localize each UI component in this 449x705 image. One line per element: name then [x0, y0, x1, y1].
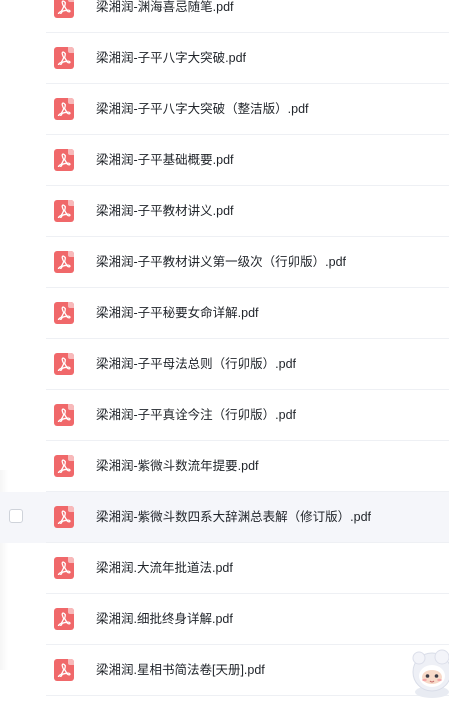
row-checkbox[interactable] [9, 509, 23, 523]
pdf-icon [54, 200, 74, 222]
pdf-icon [54, 302, 74, 324]
file-row[interactable]: 梁湘润.星相书简法卷[天册].pdf [0, 645, 449, 696]
pdf-icon [54, 353, 74, 375]
file-name[interactable]: 梁湘润-紫微斗数流年提要.pdf [96, 441, 259, 491]
file-row[interactable]: 梁湘润.大流年批道法.pdf [0, 543, 449, 594]
file-name[interactable]: 梁湘润-子平八字大突破（整洁版）.pdf [96, 84, 309, 134]
file-name[interactable]: 梁湘润.星相书简法卷[天册].pdf [96, 645, 265, 695]
file-name[interactable]: 梁湘润-子平教材讲义第一级次（行卯版）.pdf [96, 237, 346, 287]
assistant-mascot-icon[interactable] [406, 648, 449, 698]
assistant-mascot-graphic [412, 649, 449, 698]
file-list: 梁湘润-渊海喜忌随笔.pdf 梁湘润-子平八字大突破.pdf 梁湘润-子平八字大突破… [0, 0, 449, 696]
file-row[interactable]: 梁湘润-子平真诠今注（行卯版）.pdf [0, 390, 449, 441]
pdf-icon [54, 455, 74, 477]
file-name[interactable]: 梁湘润-渊海喜忌随笔.pdf [96, 0, 234, 32]
pdf-icon [54, 557, 74, 579]
file-name[interactable]: 梁湘润.细批终身详解.pdf [96, 594, 233, 644]
file-name[interactable]: 梁湘润-子平基础概要.pdf [96, 135, 234, 185]
file-row[interactable]: 梁湘润-子平八字大突破.pdf [0, 33, 449, 84]
file-name[interactable]: 梁湘润-紫微斗数四系大辞渊总表解（修订版）.pdf [96, 492, 371, 542]
file-row[interactable]: 梁湘润.细批终身详解.pdf [0, 594, 449, 645]
file-row[interactable]: 梁湘润-子平教材讲义.pdf [0, 186, 449, 237]
file-name[interactable]: 梁湘润-子平教材讲义.pdf [96, 186, 234, 236]
pdf-icon [54, 47, 74, 69]
file-name[interactable]: 梁湘润-子平八字大突破.pdf [96, 33, 246, 83]
pdf-icon [54, 404, 74, 426]
pdf-icon [54, 98, 74, 120]
pdf-icon [54, 608, 74, 630]
file-row[interactable]: 梁湘润-渊海喜忌随笔.pdf [0, 0, 449, 33]
pdf-icon [54, 251, 74, 273]
file-row[interactable]: 梁湘润-子平母法总则（行卯版）.pdf [0, 339, 449, 390]
file-row[interactable]: 梁湘润-子平秘要女命详解.pdf [0, 288, 449, 339]
file-row[interactable]: 梁湘润-紫微斗数流年提要.pdf [0, 441, 449, 492]
file-name[interactable]: 梁湘润-子平母法总则（行卯版）.pdf [96, 339, 296, 389]
file-name[interactable]: 梁湘润-子平秘要女命详解.pdf [96, 288, 259, 338]
pdf-icon [54, 659, 74, 681]
pdf-icon [54, 149, 74, 171]
file-row[interactable]: 梁湘润-子平教材讲义第一级次（行卯版）.pdf [0, 237, 449, 288]
file-name[interactable]: 梁湘润.大流年批道法.pdf [96, 543, 233, 593]
pdf-icon [54, 506, 74, 528]
file-name[interactable]: 梁湘润-子平真诠今注（行卯版）.pdf [96, 390, 296, 440]
pdf-icon [54, 0, 74, 18]
file-row[interactable]: 梁湘润-子平基础概要.pdf [0, 135, 449, 186]
file-browser-page: 梁湘润-渊海喜忌随笔.pdf 梁湘润-子平八字大突破.pdf 梁湘润-子平八字大突破… [0, 0, 449, 705]
file-row[interactable]: 梁湘润-子平八字大突破（整洁版）.pdf [0, 84, 449, 135]
file-row[interactable]: 梁湘润-紫微斗数四系大辞渊总表解（修订版）.pdf [0, 492, 449, 543]
